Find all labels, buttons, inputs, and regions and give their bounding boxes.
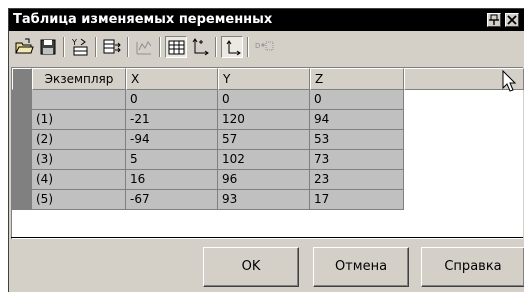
column-header-y[interactable]: Y — [218, 68, 310, 90]
mouse-cursor-icon — [502, 70, 517, 92]
dimension-icon[interactable]: D — [253, 36, 275, 58]
instance-cell[interactable]: (4) — [32, 170, 126, 190]
variables-grid[interactable]: Экземпляр X Y Z 0 0 0 (1) -21 120 94 (2)… — [11, 67, 524, 239]
z-cell[interactable]: 53 — [310, 130, 404, 150]
close-button[interactable] — [505, 13, 519, 27]
grid-divider — [11, 237, 523, 238]
save-icon[interactable] — [37, 36, 59, 58]
y-cell[interactable]: 120 — [218, 110, 310, 130]
row-indicator[interactable] — [12, 150, 32, 170]
y-cell[interactable]: 96 — [218, 170, 310, 190]
table-view-icon[interactable] — [165, 36, 187, 58]
instance-cell[interactable] — [32, 90, 126, 110]
z-cell[interactable]: 94 — [310, 110, 404, 130]
svg-text:Y: Y — [71, 38, 77, 47]
instance-cell[interactable]: (2) — [32, 130, 126, 150]
ok-button[interactable]: OK — [203, 247, 299, 287]
close-icon — [507, 15, 517, 25]
pin-icon — [489, 14, 499, 25]
column-header-instance[interactable]: Экземпляр — [32, 68, 126, 90]
svg-text:D: D — [255, 42, 260, 50]
toolbar: Y D — [9, 31, 524, 65]
title-bar[interactable]: Таблица изменяемых переменных — [9, 9, 524, 31]
cancel-button[interactable]: Отмена — [313, 247, 409, 287]
x-cell[interactable]: 0 — [126, 90, 218, 110]
window-title: Таблица изменяемых переменных — [13, 12, 273, 27]
row-indicator[interactable] — [12, 110, 32, 130]
y-cell[interactable]: 0 — [218, 90, 310, 110]
column-header-z[interactable]: Z — [310, 68, 404, 90]
header-corner — [12, 68, 32, 90]
x-cell[interactable]: -21 — [126, 110, 218, 130]
open-icon[interactable] — [13, 36, 35, 58]
row-indicator[interactable] — [12, 90, 32, 110]
pin-button[interactable] — [487, 13, 501, 27]
z-cell[interactable]: 73 — [310, 150, 404, 170]
variables-table-window: Таблица изменяемых переменных Y D Экземп… — [8, 8, 524, 292]
row-indicator[interactable] — [12, 130, 32, 150]
z-cell[interactable]: 17 — [310, 190, 404, 210]
row-indicator[interactable] — [12, 190, 32, 210]
y-cell[interactable]: 93 — [218, 190, 310, 210]
z-cell[interactable]: 0 — [310, 90, 404, 110]
column-header-x[interactable]: X — [126, 68, 218, 90]
instance-cell[interactable]: (5) — [32, 190, 126, 210]
import-icon[interactable] — [101, 36, 123, 58]
graph-icon[interactable] — [133, 36, 155, 58]
axes-icon[interactable] — [189, 36, 211, 58]
y-cell[interactable]: 57 — [218, 130, 310, 150]
instance-cell[interactable]: (1) — [32, 110, 126, 130]
x-cell[interactable]: -67 — [126, 190, 218, 210]
x-cell[interactable]: 16 — [126, 170, 218, 190]
row-indicator[interactable] — [12, 170, 32, 190]
x-cell[interactable]: 5 — [126, 150, 218, 170]
coordinate-icon[interactable] — [221, 36, 243, 58]
x-cell[interactable]: -94 — [126, 130, 218, 150]
instance-cell[interactable]: (3) — [32, 150, 126, 170]
help-button[interactable]: Справка — [421, 247, 524, 287]
transpose-icon[interactable]: Y — [69, 36, 91, 58]
z-cell[interactable]: 23 — [310, 170, 404, 190]
y-cell[interactable]: 102 — [218, 150, 310, 170]
